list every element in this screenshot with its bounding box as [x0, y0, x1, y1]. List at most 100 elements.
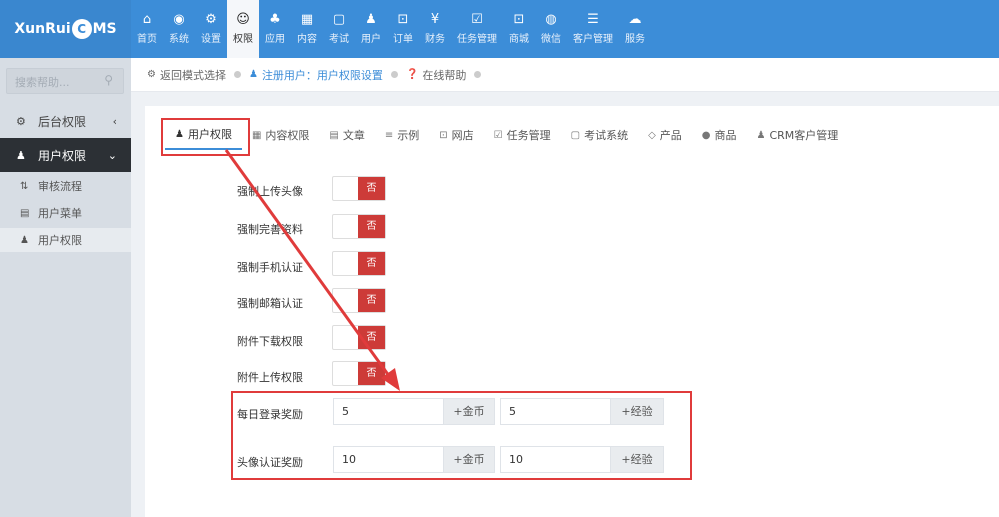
breadcrumb-help-link[interactable]: ❓ 在线帮助 — [406, 67, 489, 83]
setting-toggle[interactable]: 否 — [332, 214, 386, 239]
breadcrumb-separator — [233, 71, 241, 78]
nav-item-content[interactable]: ▦ 内容 — [291, 0, 323, 58]
logo[interactable]: XunRui C MS — [0, 0, 131, 58]
sidebar-subitem-review-flow[interactable]: ⇅ 审核流程 — [0, 174, 131, 198]
avatar-auth-gold-input[interactable] — [333, 446, 444, 473]
nav-label: 设置 — [201, 34, 221, 45]
reward-label: 头像认证奖励 — [237, 456, 303, 469]
tab-article[interactable]: ▤ 文章 — [319, 120, 374, 150]
tab-label: 示例 — [397, 129, 420, 142]
daily-login-gold-input[interactable] — [333, 398, 444, 425]
tab-content-permissions[interactable]: ▦ 内容权限 — [242, 120, 319, 150]
copy-icon: ▢ — [570, 129, 581, 141]
list-icon: ☰ — [587, 12, 599, 27]
gold-unit-addon: +金币 — [443, 398, 495, 425]
tab-bar: ♟ 用户权限 ▦ 内容权限 ▤ 文章 ≡ 示例 ⊡ 网店 ☑ 任务管理 ▢ 考试系统 ◇ 产品 … — [165, 120, 848, 154]
nav-label: 考试 — [329, 34, 349, 45]
chevron-left-icon: ‹ — [112, 114, 117, 128]
cart-icon: ⊡ — [513, 12, 525, 27]
tab-label: 内容权限 — [265, 129, 310, 142]
tab-highlight-box — [161, 118, 250, 156]
grid-icon: ▦ — [300, 12, 314, 27]
sort-icon: ⇅ — [20, 180, 29, 192]
breadcrumb: ⚙ 返回模式选择 ♟ 注册用户：用户权限设置 ❓ 在线帮助 — [131, 58, 999, 92]
search-input[interactable]: 搜索帮助... — [15, 74, 70, 90]
nav-item-wechat[interactable]: ◍ 微信 — [535, 0, 567, 58]
sidebar-subitem-user-permissions[interactable]: ♟ 用户权限 — [0, 228, 131, 252]
setting-toggle[interactable]: 否 — [332, 325, 386, 350]
nav-item-orders[interactable]: ⊡ 订单 — [387, 0, 419, 58]
tab-crm[interactable]: ♟ CRM客户管理 — [747, 120, 849, 150]
question-circle-icon: ❓ — [405, 69, 419, 80]
nav-item-services[interactable]: ☁ 服务 — [619, 0, 651, 58]
nav-item-system[interactable]: ◉ 系统 — [163, 0, 195, 58]
sidebar-item-user-permissions[interactable]: ♟ 用户权限 ⌄ — [0, 138, 131, 172]
nav-label: 首页 — [137, 34, 157, 45]
nav-item-users[interactable]: ♟ 用户 — [355, 0, 387, 58]
exp-unit-addon: +经验 — [610, 398, 664, 425]
home-icon: ⌂ — [142, 12, 152, 27]
cloud-icon: ☁ — [628, 12, 642, 27]
tab-goods[interactable]: ● 商品 — [692, 120, 747, 150]
tab-task-management[interactable]: ☑ 任务管理 — [484, 120, 561, 150]
nav-label: 权限 — [233, 34, 253, 45]
setting-label: 附件下载权限 — [237, 335, 303, 348]
tab-exam-system[interactable]: ▢ 考试系统 — [561, 120, 638, 150]
nav-label: 应用 — [265, 34, 285, 45]
gold-unit-addon: +金币 — [443, 446, 495, 473]
setting-label: 强制上传头像 — [237, 185, 303, 198]
sidebar: 搜索帮助... ⚲ ⚙ 后台权限 ‹ ♟ 用户权限 ⌄ ⇅ 审核流程 ▤ 用户菜… — [0, 58, 131, 517]
check-square-icon: ☑ — [493, 129, 503, 141]
tab-shop[interactable]: ⊡ 网店 — [429, 120, 483, 150]
sidebar-item-label: 后台权限 — [38, 114, 87, 129]
setting-toggle[interactable]: 否 — [332, 251, 386, 276]
avatar-auth-exp-input[interactable] — [500, 446, 611, 473]
nav-item-exam[interactable]: ▢ 考试 — [323, 0, 355, 58]
search-icon[interactable]: ⚲ — [104, 73, 113, 87]
logo-c-mark: C — [71, 19, 92, 39]
nav-label: 商城 — [509, 34, 529, 45]
nav-label: 用户 — [361, 34, 381, 45]
user-icon: ♟ — [365, 12, 377, 27]
cube-icon: ◇ — [648, 129, 656, 141]
sidebar-subitem-user-menu[interactable]: ▤ 用户菜单 — [0, 201, 131, 225]
breadcrumb-help-label: 在线帮助 — [422, 68, 467, 82]
nav-item-finance[interactable]: ¥ 财务 — [419, 0, 451, 58]
user-icon: ♟ — [16, 148, 26, 162]
setting-toggle[interactable]: 否 — [332, 361, 386, 386]
nav-label: 系统 — [169, 34, 189, 45]
breadcrumb-back-label: 返回模式选择 — [159, 68, 226, 82]
tab-label: CRM客户管理 — [769, 129, 839, 142]
tab-example[interactable]: ≡ 示例 — [375, 120, 429, 150]
list-icon: ▤ — [20, 207, 30, 219]
breadcrumb-separator — [390, 71, 398, 78]
breadcrumb-current[interactable]: ♟ 注册用户：用户权限设置 — [249, 67, 406, 83]
logo-text-left: XunRui — [14, 21, 71, 37]
setting-label: 强制完善资料 — [237, 223, 303, 236]
search-box[interactable]: 搜索帮助... ⚲ — [6, 68, 124, 94]
table-icon: ▦ — [251, 129, 262, 141]
setting-toggle[interactable]: 否 — [332, 176, 386, 201]
nav-item-task-management[interactable]: ☑ 任务管理 — [451, 0, 503, 58]
nav-item-apps[interactable]: ♣ 应用 — [259, 0, 291, 58]
daily-login-exp-input[interactable] — [500, 398, 611, 425]
nav-item-customer-management[interactable]: ☰ 客户管理 — [567, 0, 619, 58]
nav-item-mall[interactable]: ⊡ 商城 — [503, 0, 535, 58]
nav-item-permissions[interactable]: ☺ 权限 — [227, 0, 259, 58]
breadcrumb-current-label: 注册用户：用户权限设置 — [261, 68, 383, 82]
breadcrumb-back-link[interactable]: ⚙ 返回模式选择 — [147, 67, 249, 83]
nav-label: 财务 — [425, 34, 445, 45]
chevron-down-icon: ⌄ — [107, 148, 117, 162]
nav-item-settings[interactable]: ⚙ 设置 — [195, 0, 227, 58]
sidebar-item-admin-permissions[interactable]: ⚙ 后台权限 ‹ — [0, 104, 131, 138]
tab-product[interactable]: ◇ 产品 — [638, 120, 692, 150]
users-icon: ♟ — [756, 129, 766, 141]
exp-unit-addon: +经验 — [610, 446, 664, 473]
tab-label: 文章 — [342, 129, 365, 142]
cart-icon: ⊡ — [397, 12, 409, 27]
setting-toggle[interactable]: 否 — [332, 288, 386, 313]
nav-item-home[interactable]: ⌂ 首页 — [131, 0, 163, 58]
circle-icon: ● — [701, 129, 711, 141]
user-icon: ♟ — [248, 69, 258, 80]
cogs-icon: ⚙ — [205, 12, 217, 27]
